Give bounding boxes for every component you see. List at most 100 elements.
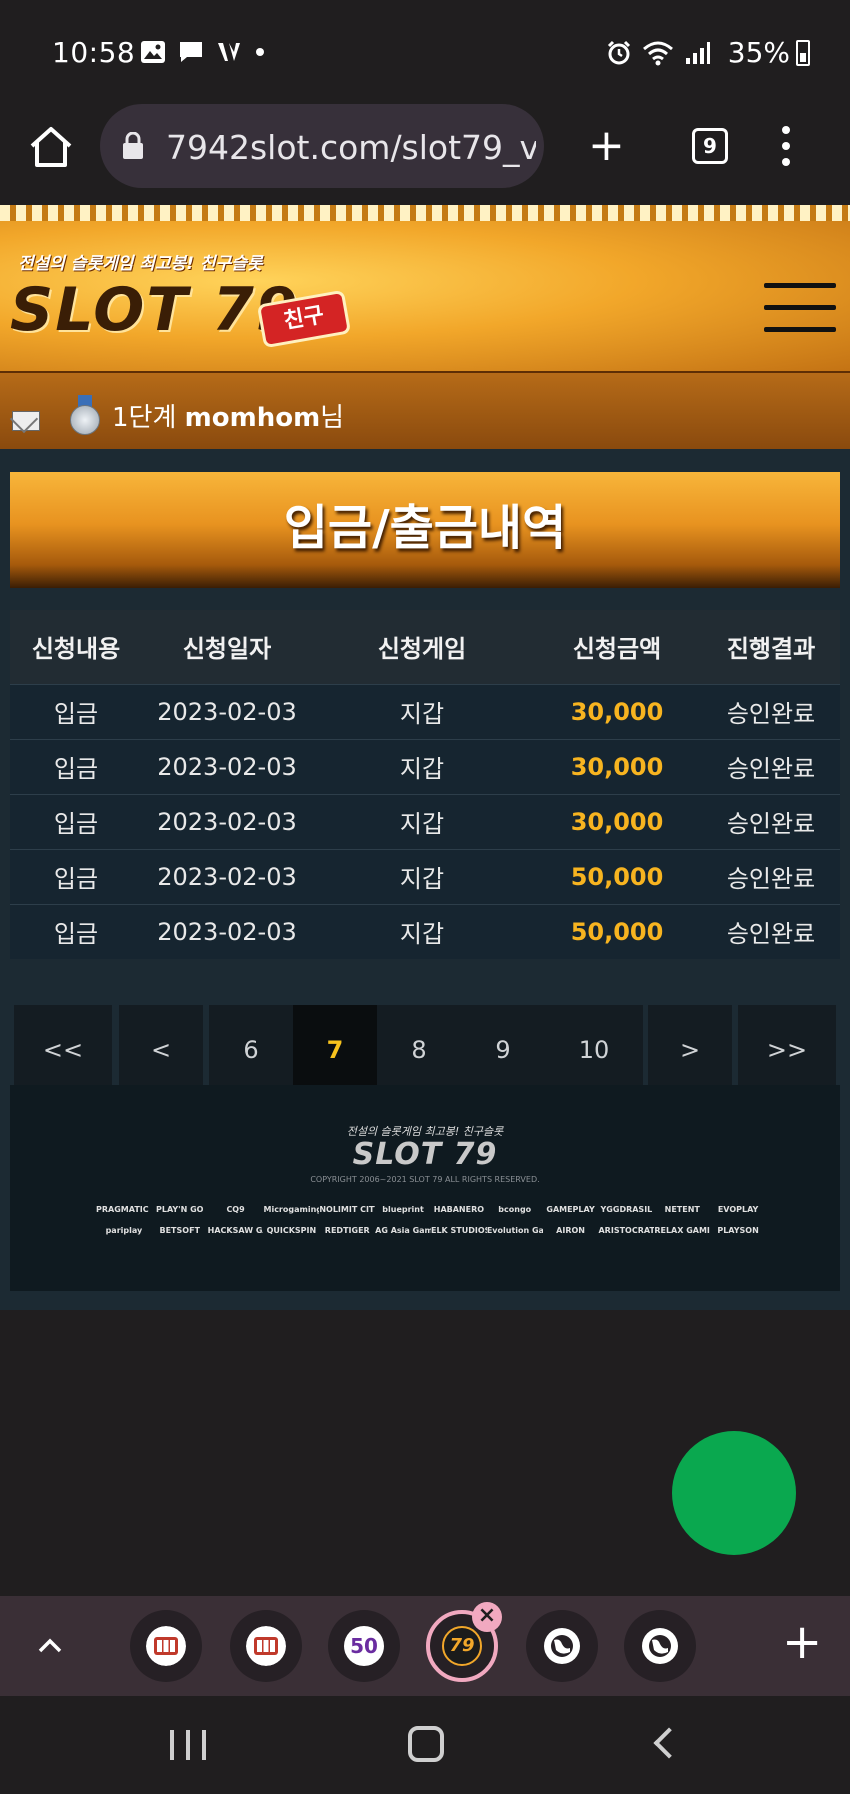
table-row: 입금 2023-02-03 지갑 50,000 승인완료 [10,904,840,959]
cell-date: 2023-02-03 [157,807,297,836]
status-left-icons [140,40,266,64]
cell-type: 입금 [53,700,99,728]
cell-game: 지갑 [399,755,445,783]
footer-logo: SLOT 79 [352,1137,498,1172]
tab-thumbnail[interactable] [624,1610,696,1682]
slot-machine-icon [246,1626,286,1666]
wifi-icon [643,41,673,66]
site-footer: 전설의 슬롯게임 최고봉! 친구슬롯 SLOT 79 COPYRIGHT 200… [10,1085,840,1291]
chevron-up-icon[interactable] [36,1632,64,1660]
cell-type: 입금 [53,920,99,949]
slot79-icon: 79 [442,1626,482,1666]
floating-action-button[interactable] [672,1431,796,1555]
page-button[interactable]: 9 [461,1005,545,1095]
system-nav-bar [0,1696,850,1794]
tab-switcher-button[interactable]: 9 [692,128,728,164]
header-status: 진행결과 [726,635,816,664]
provider-logo: PLAY'N GO [156,1205,204,1214]
user-name: momhom [184,403,321,433]
provider-logo: GAMEPLAY [546,1205,595,1214]
provider-logo: ARISTOCRAT [598,1226,655,1235]
close-tab-icon[interactable]: × [472,1602,502,1632]
user-level: 1단계 [112,403,177,433]
page-last-button[interactable]: >> [738,1005,836,1095]
page-content: 전설의 슬롯게임 최고봉! 친구슬롯 SLOT 79 친구 1단계 momhom… [0,205,850,1310]
vpn-icon [218,43,240,61]
provider-logo: REDTIGER [324,1226,370,1235]
header-date: 신청일자 [182,635,272,664]
cell-amount: 50,000 [570,862,664,891]
new-tab-button[interactable]: + [588,124,625,168]
table-row: 입금 2023-02-03 지갑 30,000 승인완료 [10,684,840,739]
slot-machine-icon [146,1626,186,1666]
logo-text: SLOT 79 [10,275,300,345]
provider-logo: RELAX GAMING [654,1226,710,1235]
header-game: 신청게임 [377,635,467,664]
address-bar[interactable]: 7942slot.com/slot79_v [100,104,544,188]
cell-amount: 30,000 [570,697,664,726]
cell-status: 승인완료 [726,920,816,949]
provider-logo: CQ9 [226,1205,245,1214]
provider-logo: Microgaming [263,1205,320,1214]
table-header-row: 신청내용 신청일자 신청게임 신청금액 진행결과 [10,610,840,684]
tab-thumbnail[interactable] [130,1610,202,1682]
provider-logo: pariplay [105,1226,143,1235]
status-right-icons [606,40,710,66]
browser-tab-strip: 50 79 × + [0,1596,850,1696]
page-next-button[interactable]: > [648,1005,732,1095]
provider-logo: BETSOFT [159,1226,200,1235]
lock-icon [123,132,143,159]
back-icon[interactable] [653,1727,685,1759]
provider-logo: PRAGMATIC PLAY [96,1205,152,1214]
page-button[interactable]: 8 [377,1005,461,1095]
provider-logo: QUICKSPIN [266,1226,317,1235]
provider-logo: NOLIMIT CITY [319,1205,376,1214]
badge-50-icon: 50 [344,1626,384,1666]
provider-logo: HABANERO [433,1205,485,1214]
provider-logo: bcongo [498,1205,532,1214]
browser-menu-button[interactable] [782,126,792,166]
mail-icon[interactable] [12,411,40,431]
page-title: 입금/출금내역 [10,472,840,588]
cell-date: 2023-02-03 [157,862,297,891]
tab-thumbnail[interactable] [526,1610,598,1682]
add-tab-button[interactable]: + [782,1618,822,1666]
site-logo[interactable]: 전설의 슬롯게임 최고봉! 친구슬롯 SLOT 79 친구 [10,241,352,351]
page-prev-button[interactable]: < [119,1005,203,1095]
cell-amount: 50,000 [570,917,664,946]
table-row: 입금 2023-02-03 지갑 30,000 승인완료 [10,739,840,794]
site-header: 전설의 슬롯게임 최고봉! 친구슬롯 SLOT 79 친구 [0,221,850,371]
gallery-icon [141,41,165,63]
provider-logo: YGGDRASIL [600,1205,653,1214]
alarm-icon [607,40,631,65]
hamburger-menu-icon[interactable] [764,283,836,333]
header-bulbs [0,205,850,221]
provider-logo: blueprint [382,1205,424,1214]
cell-date: 2023-02-03 [157,752,297,781]
page-button[interactable]: 6 [209,1005,293,1095]
signal-icon [686,42,710,64]
header-amount: 신청금액 [572,635,662,664]
provider-logo: PLAYSON [717,1226,759,1235]
browser-toolbar: 7942slot.com/slot79_v + 9 [0,100,850,205]
battery-percent: 35% [727,36,790,69]
provider-logo: AG Asia Gaming [375,1226,431,1235]
dot-icon [256,48,264,56]
battery-icon [796,40,810,66]
tab-thumbnail[interactable] [230,1610,302,1682]
home-icon[interactable] [26,122,76,172]
provider-logo: HACKSAW GAMES [207,1226,264,1235]
footer-copyright: COPYRIGHT 2006~2021 SLOT 79 ALL RIGHTS R… [310,1175,540,1184]
page-first-button[interactable]: << [14,1005,112,1095]
page-button[interactable]: 10 [545,1005,643,1095]
home-nav-icon[interactable] [408,1726,444,1762]
user-info: 1단계 momhom님 [112,397,344,434]
cell-status: 승인완료 [726,810,816,838]
tab-thumbnail[interactable]: 50 [328,1610,400,1682]
cell-type: 입금 [53,755,99,783]
page-button-current[interactable]: 7 [293,1005,377,1095]
url-text[interactable]: 7942slot.com/slot79_v [166,128,536,167]
recent-apps-icon[interactable] [170,1730,206,1760]
provider-logo: AIRON [556,1226,585,1235]
user-suffix: 님 [320,403,345,433]
